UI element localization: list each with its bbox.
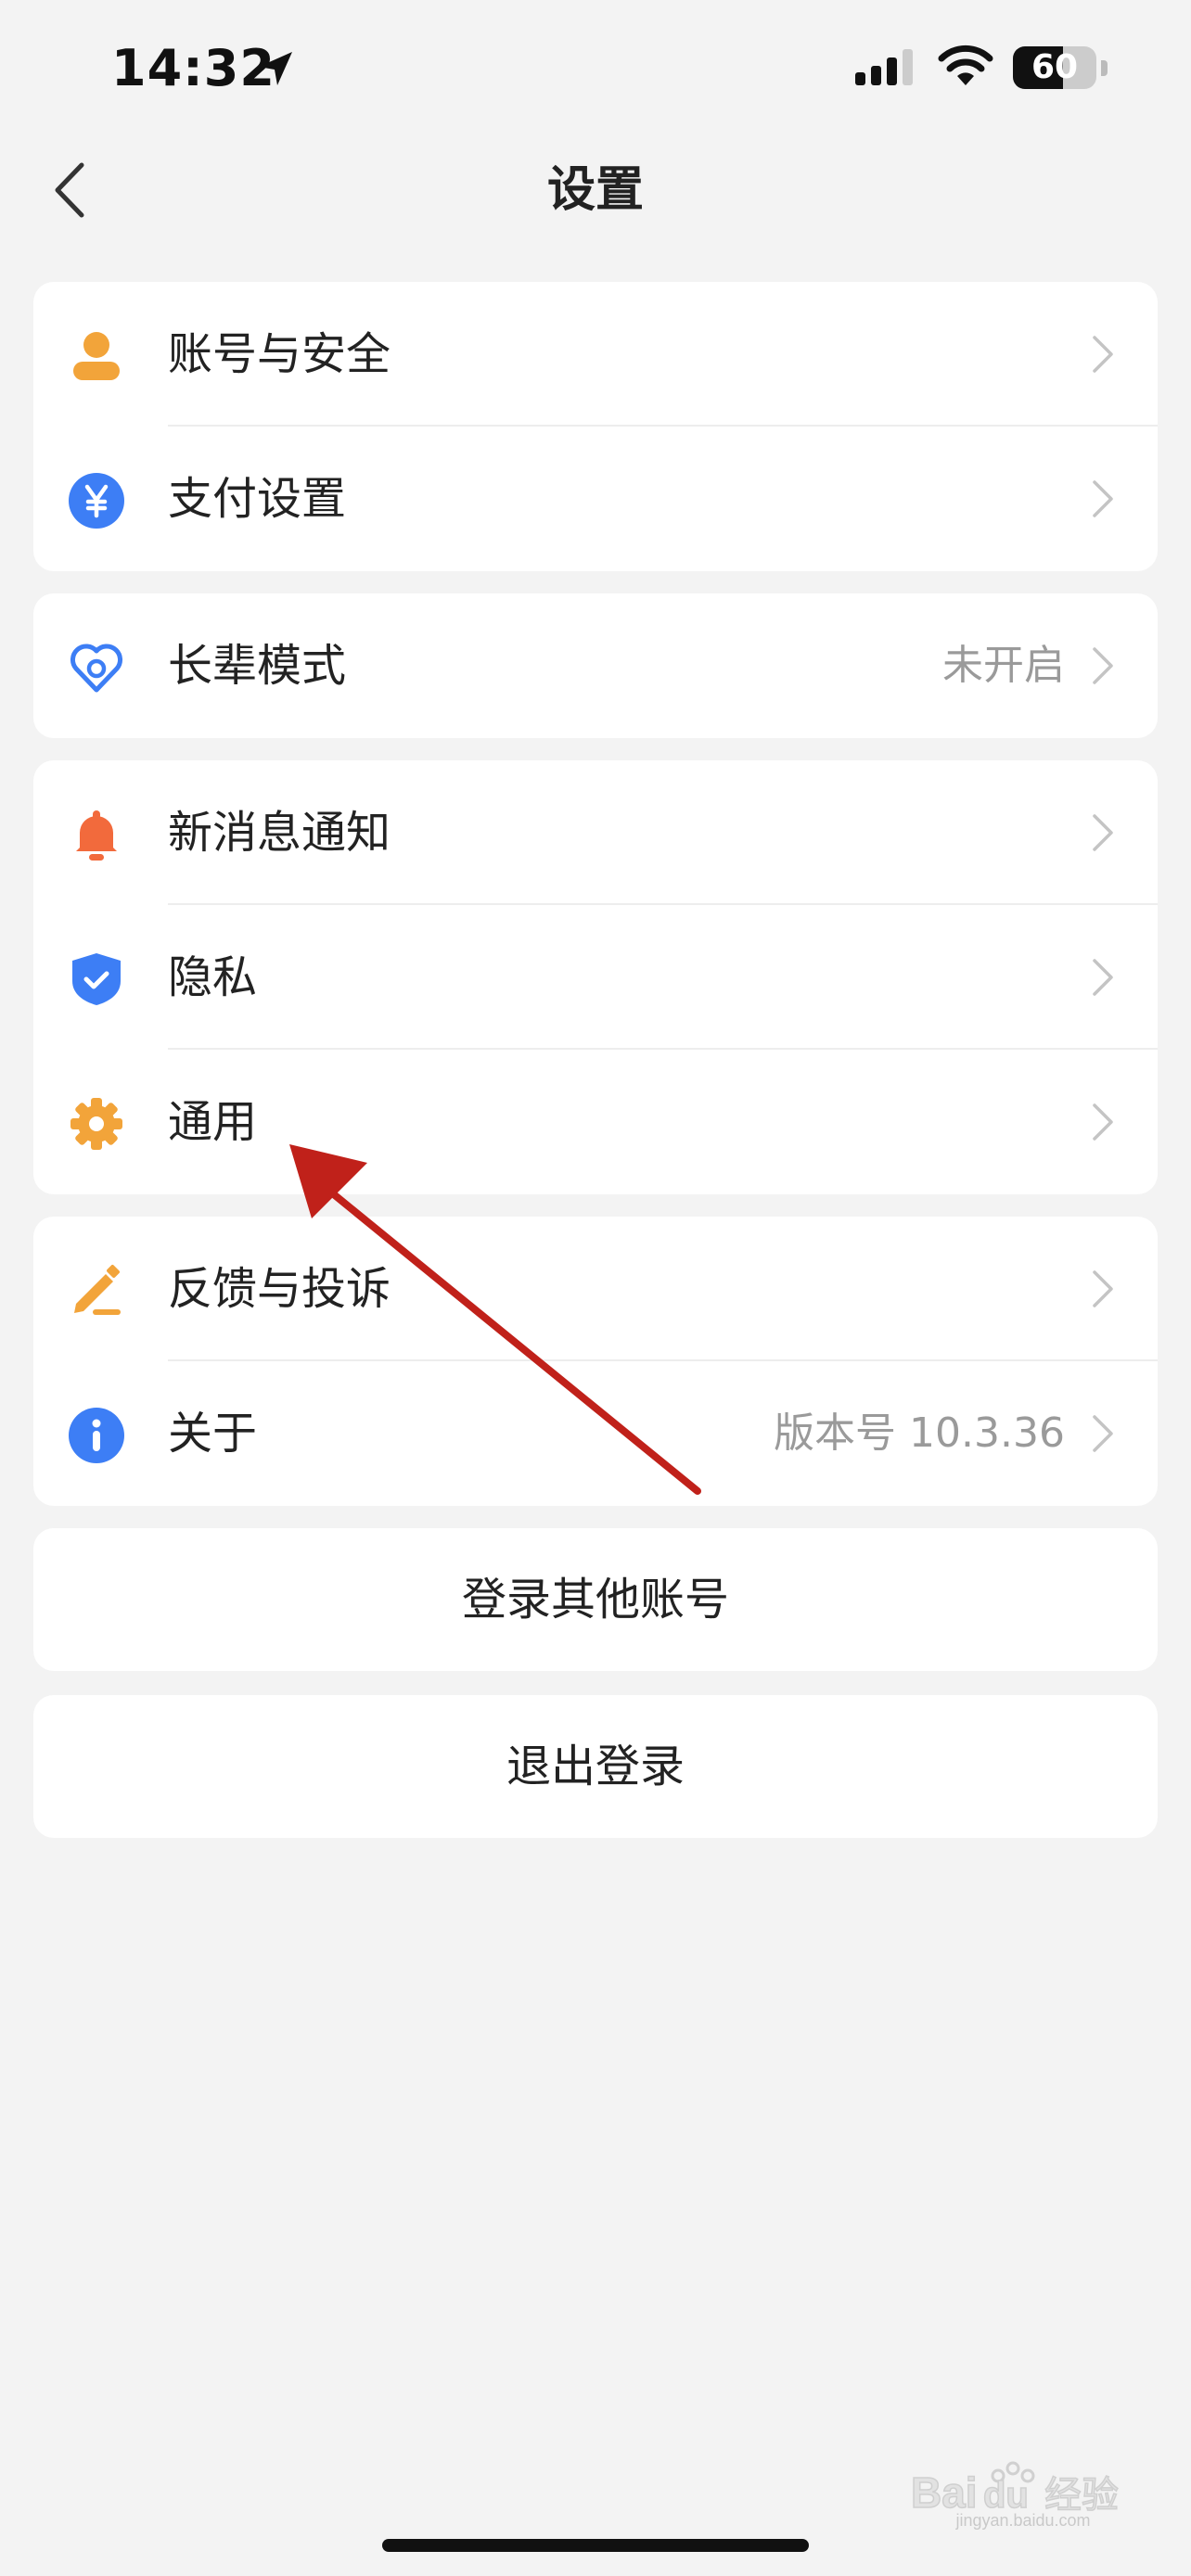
wifi-icon — [938, 45, 993, 85]
settings-group-support: 反馈与投诉 关于 版本号 10.3.36 — [33, 1217, 1158, 1506]
logout-button[interactable]: 退出登录 — [33, 1695, 1158, 1838]
settings-group-elder: 长辈模式 未开启 — [33, 593, 1158, 738]
cellular-signal-icon — [855, 49, 913, 85]
heart-icon — [70, 644, 122, 693]
switch-account-label: 登录其他账号 — [461, 1574, 729, 1626]
menu-item-label: 账号与安全 — [168, 328, 391, 380]
menu-item-general[interactable]: 通用 — [33, 1050, 1158, 1194]
switch-account-button[interactable]: 登录其他账号 — [33, 1528, 1158, 1671]
home-indicator[interactable] — [382, 2539, 809, 2552]
info-icon — [69, 1408, 124, 1463]
menu-item-label: 反馈与投诉 — [168, 1263, 391, 1315]
menu-item-about[interactable]: 关于 版本号 10.3.36 — [33, 1361, 1158, 1506]
chevron-right-icon — [1093, 814, 1113, 851]
logout-label: 退出登录 — [506, 1741, 685, 1792]
settings-group-account: 账号与安全 支付设置 — [33, 282, 1158, 571]
chevron-right-icon — [1093, 959, 1113, 996]
version-number: 版本号 10.3.36 — [774, 1409, 1065, 1457]
yen-icon — [69, 473, 124, 529]
settings-group-general: 新消息通知 隐私 通用 — [33, 760, 1158, 1194]
menu-item-label: 隐私 — [168, 951, 258, 1003]
status-time: 14:32 — [111, 39, 275, 97]
page-title: 设置 — [546, 162, 644, 218]
chevron-right-icon — [1093, 1415, 1113, 1452]
chevron-right-icon — [1093, 336, 1113, 373]
chevron-right-icon — [1093, 647, 1113, 684]
menu-item-label: 通用 — [168, 1096, 258, 1148]
menu-item-elder-mode[interactable]: 长辈模式 未开启 — [33, 593, 1158, 738]
location-arrow-icon — [259, 52, 292, 85]
chevron-right-icon — [1093, 1270, 1113, 1307]
bell-icon — [76, 810, 117, 861]
chevron-right-icon — [1093, 1103, 1113, 1141]
svg-text:du: du — [983, 2475, 1029, 2516]
battery-percent: 60 — [1031, 48, 1079, 86]
status-bar: 14:32 60 — [0, 0, 1191, 139]
svg-text:经验: 经验 — [1044, 2475, 1119, 2516]
menu-item-privacy[interactable]: 隐私 — [33, 905, 1158, 1050]
menu-item-notifications[interactable]: 新消息通知 — [33, 760, 1158, 905]
chevron-right-icon — [1093, 480, 1113, 517]
menu-item-label: 长辈模式 — [168, 640, 347, 692]
menu-item-payment-settings[interactable]: 支付设置 — [33, 427, 1158, 571]
menu-item-account-security[interactable]: 账号与安全 — [33, 282, 1158, 427]
menu-item-label: 关于 — [168, 1408, 258, 1460]
person-icon — [73, 332, 120, 380]
shield-icon — [72, 953, 121, 1005]
svg-text:Bai: Bai — [911, 2468, 978, 2517]
pencil-icon — [74, 1265, 121, 1315]
menu-item-feedback[interactable]: 反馈与投诉 — [33, 1217, 1158, 1361]
gear-icon — [70, 1098, 122, 1150]
menu-item-label: 新消息通知 — [168, 807, 391, 859]
watermark-url: jingyan.baidu.com — [955, 2511, 1091, 2530]
elder-mode-status: 未开启 — [942, 642, 1065, 689]
menu-item-label: 支付设置 — [168, 473, 347, 525]
